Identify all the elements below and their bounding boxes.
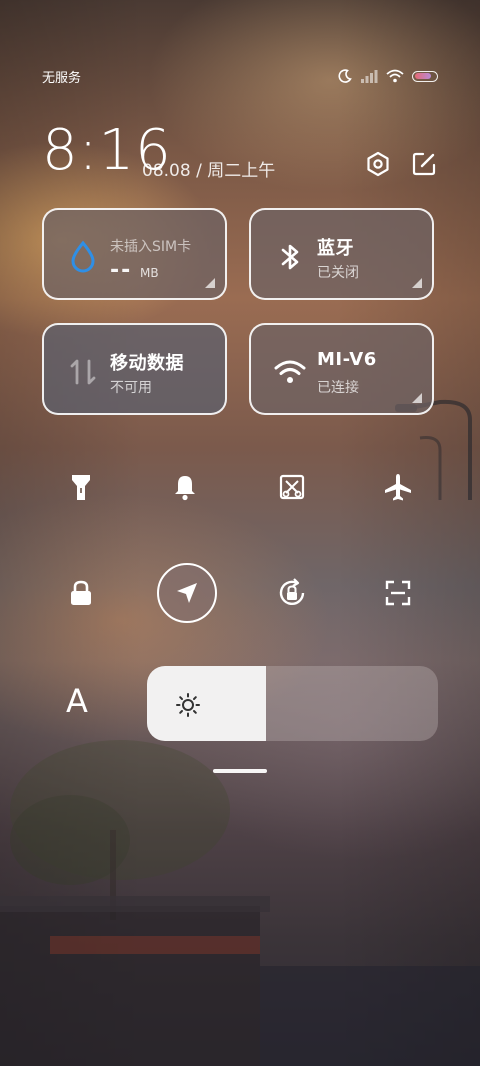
bluetooth-tile[interactable]: 蓝牙 已关闭 bbox=[249, 208, 434, 300]
rotation-lock-toggle[interactable] bbox=[262, 563, 322, 623]
bell-icon bbox=[175, 476, 195, 501]
flashlight-icon bbox=[72, 475, 90, 500]
ringer-toggle[interactable] bbox=[155, 457, 215, 517]
screen-lock-toggle[interactable] bbox=[51, 563, 111, 623]
brightness-level-fill bbox=[147, 666, 267, 741]
clock-date: 08.08 / 周二上午 bbox=[142, 161, 276, 181]
data-arrows-icon bbox=[70, 359, 96, 385]
battery-icon bbox=[412, 70, 438, 82]
location-toggle[interactable] bbox=[157, 563, 217, 623]
sim-status-label: 未插入SIM卡 bbox=[110, 239, 192, 255]
signal-icon bbox=[361, 70, 378, 83]
airplane-icon bbox=[385, 474, 411, 501]
drag-handle[interactable] bbox=[213, 769, 267, 773]
bluetooth-status: 已关闭 bbox=[317, 265, 359, 281]
wifi-network-name: MI-V6 bbox=[317, 349, 377, 370]
font-size-button[interactable]: A bbox=[66, 682, 88, 720]
building-decoration bbox=[0, 896, 480, 1066]
bluetooth-title: 蓝牙 bbox=[317, 238, 354, 259]
wifi-tile[interactable]: MI-V6 已连接 bbox=[249, 323, 434, 415]
lock-icon bbox=[71, 580, 91, 605]
rotation-lock-icon bbox=[279, 578, 305, 605]
mobile-data-tile[interactable]: 移动数据 不可用 bbox=[42, 323, 227, 415]
edit-icon[interactable] bbox=[410, 150, 438, 178]
tree-decoration bbox=[10, 740, 230, 920]
clock-row: 8:16 08.08 / 周二上午 bbox=[42, 118, 438, 188]
wifi-icon bbox=[386, 69, 404, 83]
mobile-data-title: 移动数据 bbox=[110, 353, 184, 374]
flashlight-toggle[interactable] bbox=[51, 457, 111, 517]
moon-icon bbox=[338, 69, 352, 83]
bluetooth-icon bbox=[281, 244, 299, 270]
location-icon bbox=[177, 583, 197, 603]
brightness-slider[interactable] bbox=[147, 666, 438, 741]
wifi-icon bbox=[274, 360, 306, 383]
carrier-label: 无服务 bbox=[42, 70, 82, 86]
expand-corner-icon bbox=[205, 278, 215, 288]
data-usage-unit: MB bbox=[140, 266, 159, 280]
screenshot-toggle[interactable] bbox=[262, 457, 322, 517]
screenshot-icon bbox=[279, 474, 305, 500]
status-bar: 无服务 bbox=[42, 64, 438, 88]
expand-corner-icon bbox=[412, 278, 422, 288]
water-drop-icon bbox=[71, 240, 95, 273]
wifi-status: 已连接 bbox=[317, 380, 359, 396]
mobile-data-status: 不可用 bbox=[110, 380, 152, 396]
airplane-mode-toggle[interactable] bbox=[368, 457, 428, 517]
sun-icon bbox=[176, 693, 200, 717]
settings-icon[interactable] bbox=[364, 150, 392, 178]
scanner-toggle[interactable] bbox=[368, 563, 428, 623]
data-usage-value: -- bbox=[110, 258, 133, 283]
scan-icon bbox=[385, 580, 411, 606]
battery-level-fill bbox=[414, 73, 431, 79]
expand-corner-icon bbox=[412, 393, 422, 403]
data-usage-tile[interactable]: 未插入SIM卡 -- MB bbox=[42, 208, 227, 300]
